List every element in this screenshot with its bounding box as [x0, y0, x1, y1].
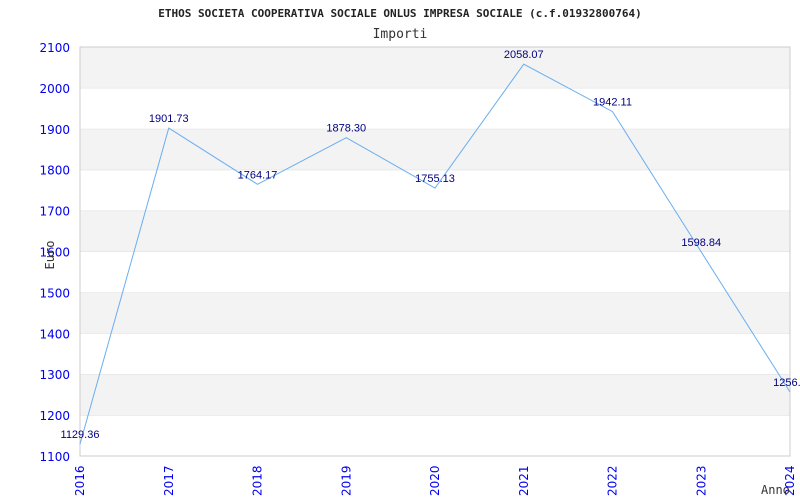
x-tick-label: 2022 — [606, 465, 620, 496]
y-tick-label: 1400 — [39, 327, 70, 341]
grid-band — [80, 47, 790, 88]
grid-band — [80, 251, 790, 293]
grid-band — [80, 128, 790, 170]
chart-title: ETHOS SOCIETA COOPERATIVA SOCIALE ONLUS … — [158, 7, 641, 20]
y-tick-label: 2100 — [39, 41, 70, 55]
y-tick-label: 1500 — [39, 286, 70, 300]
y-tick-label: 1200 — [39, 409, 70, 423]
x-tick-label: 2018 — [251, 465, 265, 496]
y-axis-label: Euro — [43, 241, 57, 270]
x-tick-label: 2023 — [694, 465, 708, 496]
data-label: 1256.4 — [773, 377, 800, 389]
y-tick-label: 1300 — [39, 368, 70, 382]
x-tick-label: 2021 — [517, 465, 531, 496]
y-tick-label: 1700 — [39, 205, 70, 219]
y-tick-label: 1900 — [39, 123, 70, 137]
grid-band — [80, 415, 790, 456]
data-label: 1901.73 — [149, 113, 189, 125]
data-label: 1598.84 — [681, 237, 721, 249]
y-tick-label: 1800 — [39, 164, 70, 178]
data-label: 1942.11 — [593, 97, 632, 109]
chart-subtitle: Importi — [373, 27, 428, 42]
data-label: 1764.17 — [238, 169, 278, 181]
data-label: 1878.30 — [326, 123, 366, 135]
line-chart: ETHOS SOCIETA COOPERATIVA SOCIALE ONLUS … — [39, 7, 800, 497]
data-label: 2058.07 — [504, 49, 544, 61]
y-tick-label: 1100 — [39, 450, 70, 464]
data-label: 1129.36 — [61, 429, 100, 441]
y-tick-label: 2000 — [39, 82, 70, 96]
grid-band — [80, 333, 790, 375]
data-label: 1755.13 — [415, 173, 455, 185]
grid-band — [80, 292, 790, 334]
x-tick-label: 2017 — [162, 465, 176, 496]
grid-band — [80, 374, 790, 416]
x-axis-label: Anno — [761, 483, 790, 497]
x-tick-label: 2016 — [73, 465, 87, 496]
x-tick-label: 2019 — [339, 465, 353, 496]
x-tick-label: 2020 — [428, 465, 442, 496]
